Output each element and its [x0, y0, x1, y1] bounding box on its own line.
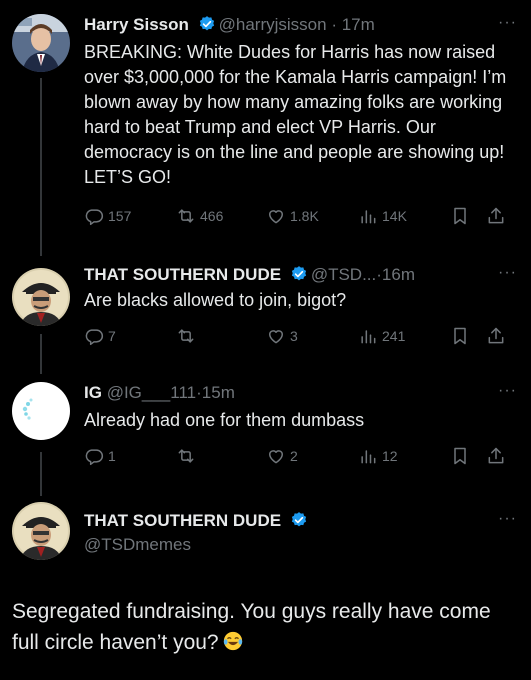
author-handle[interactable]: @TSDmemes	[84, 534, 191, 556]
bookmark-button[interactable]	[450, 206, 474, 226]
like-button[interactable]: 1.8K	[266, 206, 319, 226]
share-button[interactable]	[486, 326, 510, 346]
tweet-text: Already had one for them dumbass	[84, 410, 365, 430]
tweet-text: Segregated fundraising. You guys really …	[12, 596, 515, 658]
reply-count: 1	[108, 448, 116, 464]
views-button[interactable]: 12	[358, 446, 398, 466]
like-count: 3	[290, 328, 298, 344]
more-options-button[interactable]: ···	[498, 264, 517, 282]
like-button[interactable]: 3	[266, 326, 298, 346]
reply-icon	[85, 209, 104, 226]
heart-icon	[269, 450, 283, 464]
bookmark-button[interactable]	[450, 326, 474, 346]
verified-badge-icon	[199, 16, 214, 31]
more-options-button[interactable]: ···	[498, 14, 517, 32]
reply-button[interactable]: 157	[84, 206, 131, 226]
tweet-text-content: Segregated fundraising. You guys really …	[12, 600, 491, 654]
avatar[interactable]	[12, 268, 70, 326]
more-options-button[interactable]: ···	[498, 382, 517, 400]
views-count: 14K	[382, 208, 407, 224]
retweet-count: 466	[200, 208, 224, 224]
timestamp[interactable]: 17m	[342, 15, 375, 34]
avatar[interactable]	[12, 14, 70, 72]
retweet-icon	[178, 449, 194, 463]
author-name[interactable]: THAT SOUTHERN DUDE	[84, 510, 311, 532]
views-count: 241	[382, 328, 406, 344]
bookmark-icon	[454, 327, 466, 345]
like-button[interactable]: 2	[266, 446, 298, 466]
tweet-text: BREAKING: White Dudes for Harris has now…	[84, 42, 507, 187]
tweet-actions: 157 466 1.8K 14K	[84, 206, 517, 230]
views-icon	[361, 210, 376, 224]
share-icon	[488, 327, 504, 344]
retweet-icon	[178, 209, 194, 223]
tweet-text: Are blacks allowed to join, bigot?	[84, 290, 347, 310]
like-count: 1.8K	[290, 208, 319, 224]
author-name-text: THAT SOUTHERN DUDE	[84, 511, 282, 530]
avatar[interactable]	[12, 382, 70, 440]
author-name[interactable]: IG	[84, 383, 102, 402]
share-icon	[488, 207, 504, 224]
heart-icon	[269, 330, 283, 344]
separator-dot: ·	[331, 15, 337, 34]
like-count: 2	[290, 448, 298, 464]
retweet-button[interactable]	[176, 446, 200, 466]
retweet-button[interactable]: 466	[176, 206, 223, 226]
reply-button[interactable]: 1	[84, 446, 116, 466]
reply-icon	[85, 329, 104, 346]
views-count: 12	[382, 448, 398, 464]
reply-count: 157	[108, 208, 132, 224]
tweet-actions: 7 3 241	[84, 326, 517, 350]
more-options-button[interactable]: ···	[498, 510, 517, 528]
timestamp[interactable]: 15m	[202, 383, 235, 402]
tweet-header: THAT SOUTHERN DUDE @TSD...·16m	[84, 264, 487, 288]
reply-count: 7	[108, 328, 116, 344]
views-icon	[361, 450, 376, 464]
verified-badge-icon	[291, 266, 306, 281]
laughing-tears-emoji-icon	[223, 631, 242, 651]
views-button[interactable]: 241	[358, 326, 405, 346]
heart-icon	[269, 210, 283, 224]
author-handle[interactable]: @IG___111	[107, 383, 196, 402]
author-name[interactable]: Harry Sisson	[84, 15, 189, 34]
author-handle[interactable]: @harryjsisson	[219, 15, 327, 34]
tweet-harry-sisson[interactable]: Harry Sisson @harryjsisson · 17m ··· BRE…	[0, 0, 531, 250]
bookmark-icon	[454, 447, 466, 465]
views-button[interactable]: 14K	[358, 206, 407, 226]
tweet-header: Harry Sisson @harryjsisson · 17m	[84, 14, 487, 38]
share-icon	[488, 447, 504, 464]
tweet-actions: 1 2 12	[84, 446, 517, 470]
share-button[interactable]	[486, 206, 510, 226]
views-icon	[361, 330, 376, 344]
retweet-button[interactable]	[176, 326, 200, 346]
reply-icon	[85, 449, 104, 466]
author-name[interactable]: THAT SOUTHERN DUDE	[84, 265, 281, 284]
tweet-reply-that-southern-dude[interactable]: THAT SOUTHERN DUDE @TSD...·16m ··· Are b…	[0, 250, 531, 368]
avatar[interactable]	[12, 502, 70, 560]
share-button[interactable]	[486, 446, 510, 466]
author-handle[interactable]: @TSD...	[311, 265, 376, 284]
tweet-main[interactable]: THAT SOUTHERN DUDE @TSDmemes ··· Segrega…	[0, 486, 531, 680]
bookmark-icon	[454, 207, 466, 225]
bookmark-button[interactable]	[450, 446, 474, 466]
verified-badge-icon	[291, 512, 306, 527]
reply-button[interactable]: 7	[84, 326, 116, 346]
timestamp[interactable]: 16m	[382, 265, 415, 284]
tweet-header: IG @IG___111·15m	[84, 382, 487, 406]
retweet-icon	[178, 329, 194, 343]
tweet-reply-ig[interactable]: IG @IG___111·15m ··· Already had one for…	[0, 368, 531, 486]
